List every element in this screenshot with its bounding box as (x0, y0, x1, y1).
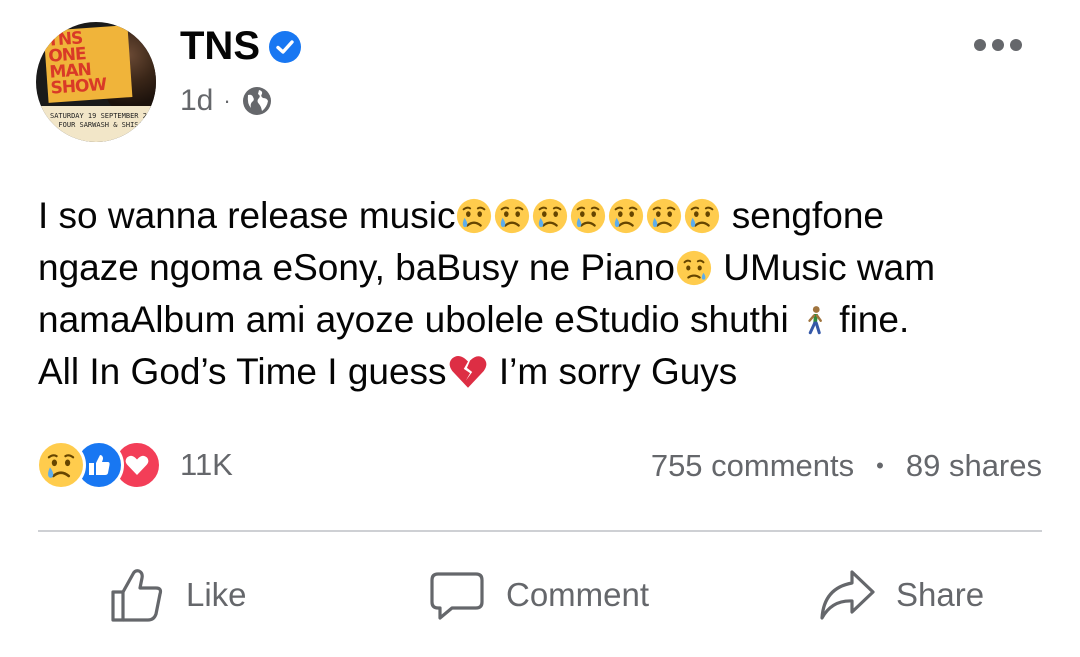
post-text-segment: I’m sorry Guys (488, 351, 738, 392)
author-row: TNS (180, 24, 302, 69)
crying-face-icon (645, 197, 683, 235)
author-avatar[interactable]: TNS ONE MAN SHOW SATURDAY 19 SEPTEMBER 2… (36, 22, 156, 142)
stats-separator: • (876, 453, 884, 478)
comment-bubble-icon (430, 572, 484, 620)
crying-face-icon (569, 197, 607, 235)
comment-label: Comment (506, 576, 650, 613)
meta-separator: · (223, 88, 231, 113)
divider (38, 530, 1042, 532)
more-options-icon[interactable] (972, 36, 1024, 54)
post-text-segment: namaAlbum ami ayoze ubolele eStudio shut… (38, 299, 800, 340)
crying-face-icon (493, 197, 531, 235)
comments-count[interactable]: 755 comments (651, 448, 854, 484)
like-label: Like (186, 576, 247, 613)
like-button[interactable]: Like (108, 566, 247, 624)
globe-icon (242, 87, 271, 115)
engagement-stats: 755 comments • 89 shares (651, 448, 1042, 484)
author-name[interactable]: TNS (180, 24, 260, 69)
sad-face-icon (675, 249, 713, 287)
sad-reaction-icon (36, 440, 86, 490)
thumbs-up-icon (111, 569, 163, 622)
post-text-segment: fine. (829, 299, 910, 340)
post-text-segment: ngaze ngoma eSony, baBusy ne Piano (38, 247, 675, 288)
post-meta: 1d · (180, 84, 273, 118)
action-bar: Like Comment Share (0, 566, 1080, 636)
crying-face-emojis (455, 195, 721, 236)
share-arrow-icon (820, 570, 875, 620)
crying-face-icon (607, 197, 645, 235)
post-text-segment: I so wanna release music (38, 195, 456, 236)
share-button[interactable]: Share (818, 566, 984, 624)
crying-face-icon (683, 197, 721, 235)
verified-badge-icon (269, 30, 301, 63)
post-timestamp[interactable]: 1d (180, 84, 213, 118)
broken-heart-icon (449, 356, 486, 388)
post-text: I so wanna release music sengfone ngaze … (38, 190, 1048, 398)
post-text-segment: UMusic wam (713, 247, 936, 288)
person-walking-icon (808, 306, 822, 335)
share-label: Share (896, 576, 985, 613)
reaction-summary[interactable]: 11K (36, 440, 233, 490)
post-text-segment: sengfone (721, 195, 885, 236)
crying-face-icon (531, 197, 569, 235)
shares-count[interactable]: 89 shares (906, 448, 1042, 484)
post-text-segment: All In God’s Time I guess (38, 351, 447, 392)
crying-face-icon (455, 197, 493, 235)
reaction-count[interactable]: 11K (180, 447, 233, 483)
comment-button[interactable]: Comment (428, 566, 649, 624)
avatar-poster-date: SATURDAY 19 SEPTEMBER 2023 FOUR SARWASH … (36, 106, 156, 142)
avatar-poster-title: TNS ONE MAN SHOW (43, 25, 133, 103)
